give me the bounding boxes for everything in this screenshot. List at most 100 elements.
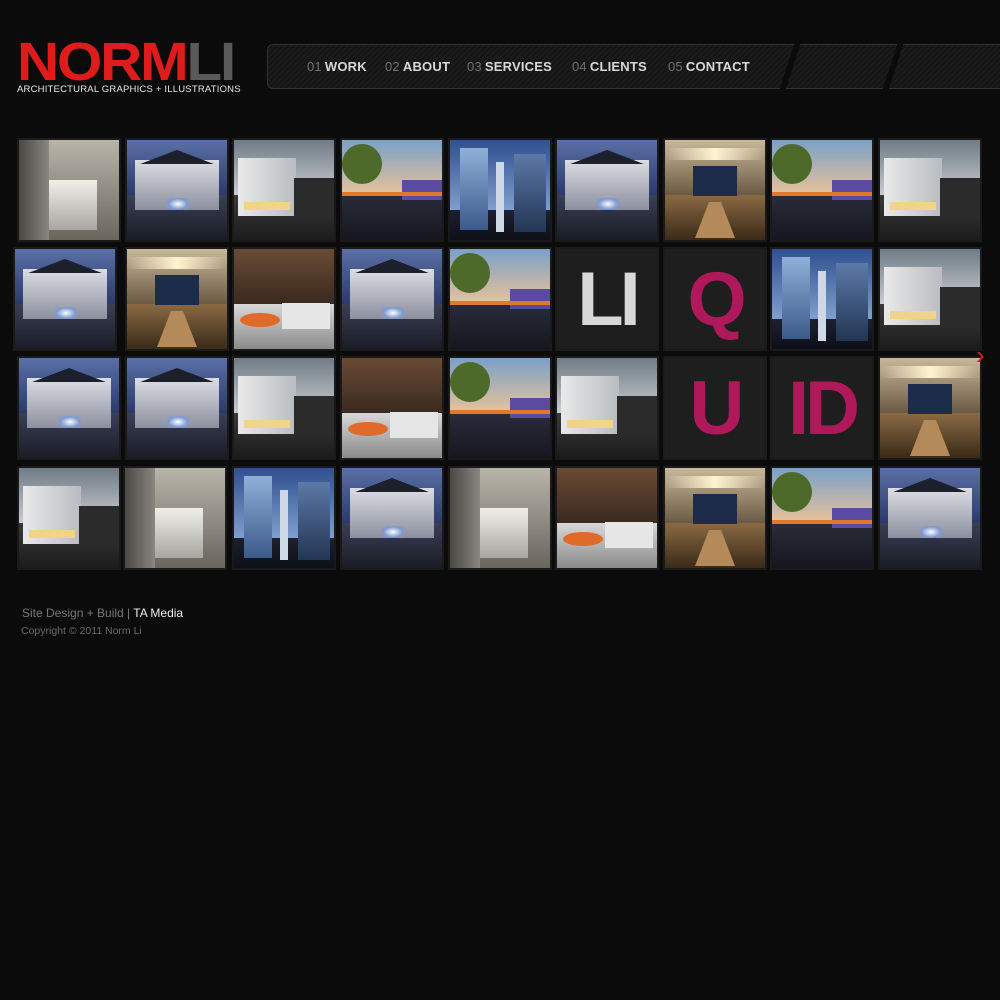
portfolio-thumbnail[interactable] — [234, 358, 334, 458]
portfolio-thumbnail[interactable] — [880, 249, 980, 349]
portfolio-thumbnail[interactable] — [19, 468, 119, 568]
nav-label: CONTACT — [685, 59, 750, 74]
nav-contact[interactable]: 05 CONTACT — [668, 59, 750, 74]
next-arrow-icon[interactable]: › — [976, 340, 996, 370]
scene-shape — [348, 422, 388, 436]
scene-shape — [772, 520, 872, 524]
logo-norm: NORM — [17, 32, 189, 92]
nav-clients[interactable]: 04 CLIENTS — [572, 59, 647, 74]
liquid-letter-tile[interactable]: ID — [772, 358, 872, 458]
portfolio-thumbnail[interactable] — [342, 249, 442, 349]
portfolio-thumbnail[interactable] — [557, 468, 657, 568]
scene-shape — [244, 202, 290, 210]
scene-shape — [450, 301, 550, 305]
portfolio-thumbnail[interactable] — [557, 140, 657, 240]
portfolio-thumbnail[interactable] — [880, 358, 980, 458]
scene-shape — [940, 287, 980, 327]
scene-shape — [563, 532, 603, 546]
scene-shape — [29, 530, 75, 538]
scene-shape — [59, 416, 81, 428]
portfolio-thumbnail[interactable] — [234, 249, 334, 349]
scene-shape — [510, 398, 550, 418]
nav-label: CLIENTS — [589, 59, 647, 74]
nav-num: 05 — [668, 59, 683, 74]
scene-shape — [597, 198, 619, 210]
nav-num: 02 — [385, 59, 400, 74]
liquid-letter-tile[interactable]: U — [665, 358, 765, 458]
scene-shape — [282, 303, 330, 329]
scene-shape — [832, 508, 872, 528]
scene-shape — [693, 166, 737, 196]
scene-shape — [514, 154, 546, 232]
portfolio-thumbnail[interactable] — [880, 468, 980, 568]
portfolio-thumbnail[interactable] — [450, 140, 550, 240]
scene-shape — [665, 148, 765, 160]
portfolio-thumbnail[interactable] — [234, 468, 334, 568]
scene-shape — [772, 144, 812, 184]
portfolio-thumbnail[interactable] — [127, 358, 227, 458]
scene-shape — [880, 366, 980, 378]
scene-shape — [342, 195, 442, 240]
scene-shape — [298, 482, 330, 560]
footer-credit-prefix: Site Design + Build | — [22, 606, 134, 620]
scene-shape — [390, 412, 438, 438]
scene-shape — [567, 420, 613, 428]
scene-shape — [890, 202, 936, 210]
portfolio-thumbnail[interactable] — [772, 249, 872, 349]
portfolio-thumbnail[interactable] — [125, 468, 225, 568]
scene-shape — [693, 494, 737, 524]
portfolio-thumbnail[interactable] — [342, 140, 442, 240]
scene-shape — [890, 311, 936, 319]
scene-shape — [402, 180, 442, 200]
portfolio-thumbnail[interactable] — [19, 358, 119, 458]
site-logo[interactable]: NORMLI ARCHITECTURAL GRAPHICS + ILLUSTRA… — [17, 35, 247, 98]
portfolio-thumbnail[interactable] — [15, 249, 115, 349]
logo-li: LI — [186, 32, 237, 92]
portfolio-thumbnail[interactable] — [342, 358, 442, 458]
portfolio-thumbnail[interactable] — [880, 140, 980, 240]
portfolio-thumbnail[interactable] — [127, 140, 227, 240]
logo-tagline: ARCHITECTURAL GRAPHICS + ILLUSTRATIONS — [17, 84, 241, 95]
portfolio-thumbnail[interactable] — [557, 358, 657, 458]
portfolio-thumbnail[interactable] — [665, 140, 765, 240]
portfolio-thumbnail[interactable] — [665, 468, 765, 568]
nav-services[interactable]: 03 SERVICES — [467, 59, 552, 74]
scene-shape — [450, 468, 480, 568]
ta-media-link[interactable]: TA Media — [133, 606, 183, 620]
scene-shape — [240, 313, 280, 327]
scene-shape — [510, 289, 550, 309]
scene-shape — [450, 304, 550, 349]
portfolio-thumbnail[interactable] — [772, 140, 872, 240]
scene-shape — [127, 257, 227, 269]
portfolio-thumbnail[interactable] — [342, 468, 442, 568]
portfolio-thumbnail[interactable] — [450, 468, 550, 568]
nav-label: ABOUT — [402, 59, 451, 74]
scene-shape — [605, 522, 653, 548]
letter-text: ID — [788, 365, 860, 451]
scene-shape — [244, 476, 272, 558]
portfolio-thumbnail[interactable] — [234, 140, 334, 240]
nav-about[interactable]: 02 ABOUT — [385, 59, 450, 74]
liquid-letter-tile[interactable]: LI — [557, 249, 657, 349]
scene-shape — [294, 178, 334, 218]
scene-shape — [450, 410, 550, 414]
scene-shape — [940, 178, 980, 218]
scene-shape — [19, 140, 49, 240]
nav-label: WORK — [324, 59, 367, 74]
portfolio-thumbnail[interactable] — [450, 358, 550, 458]
scene-shape — [782, 257, 810, 339]
scene-shape — [294, 396, 334, 436]
scene-shape — [280, 490, 288, 560]
portfolio-thumbnail[interactable] — [450, 249, 550, 349]
nav-num: 04 — [572, 59, 587, 74]
scene-shape — [342, 192, 442, 196]
nav-work[interactable]: 01 WORK — [307, 59, 367, 74]
nav-label: SERVICES — [484, 59, 552, 74]
portfolio-thumbnail[interactable] — [772, 468, 872, 568]
scene-shape — [557, 468, 657, 523]
scene-shape — [450, 362, 490, 402]
scene-shape — [79, 506, 119, 546]
portfolio-thumbnail[interactable] — [127, 249, 227, 349]
liquid-letter-tile[interactable]: Q — [665, 249, 765, 349]
portfolio-thumbnail[interactable] — [19, 140, 119, 240]
